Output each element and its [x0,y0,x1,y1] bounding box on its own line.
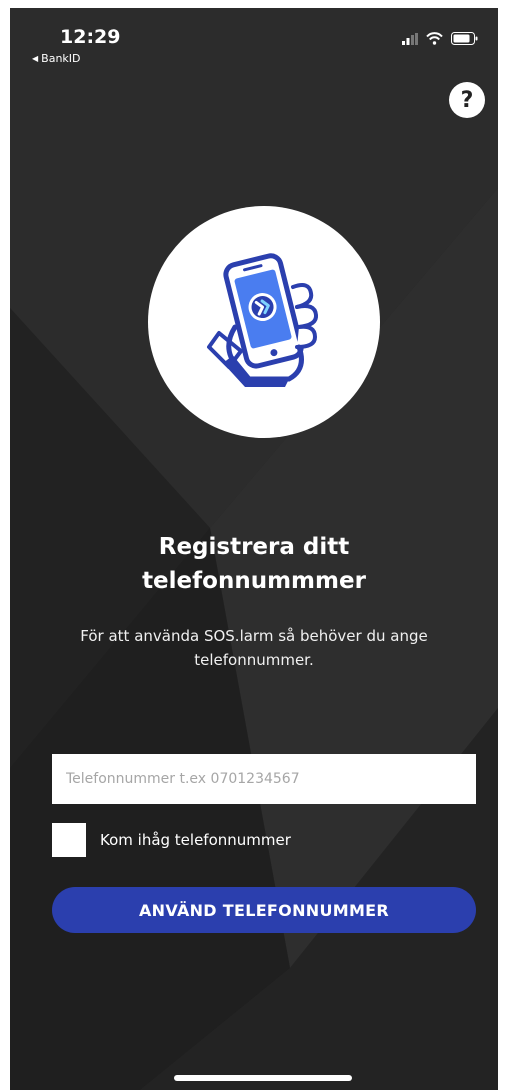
use-phone-number-button[interactable]: ANVÄND TELEFONNUMMER [52,887,476,933]
app-screen: 12:29 ◀ BankID ? Registrera ditt telefon… [10,8,498,1090]
remember-phone-checkbox[interactable] [52,823,86,857]
phone-number-input[interactable] [52,754,476,804]
page-subtitle: För att använda SOS.larm så behöver du a… [80,627,428,669]
battery-icon [451,32,478,45]
wifi-icon [426,32,443,45]
title-line-1: Registrera ditt [158,534,350,560]
help-button[interactable]: ? [449,82,485,118]
status-icons [402,32,478,45]
question-icon: ? [460,87,474,113]
signal-icon [402,32,418,45]
back-to-app-link[interactable]: ◀ BankID [32,52,81,65]
hero-illustration [148,206,380,438]
back-arrow-icon: ◀ [32,54,39,63]
hand-holding-phone-icon [207,253,319,387]
remember-phone-label: Kom ihåg telefonnummer [100,831,291,849]
back-app-label: BankID [41,52,81,65]
remember-phone-row[interactable]: Kom ihåg telefonnummer [52,823,291,857]
home-indicator[interactable] [174,1075,352,1081]
title-line-2: telefonnummmer [142,568,366,594]
status-time: 12:29 [60,26,121,48]
page-title: Registrera ditt telefonnummmer [10,530,498,598]
